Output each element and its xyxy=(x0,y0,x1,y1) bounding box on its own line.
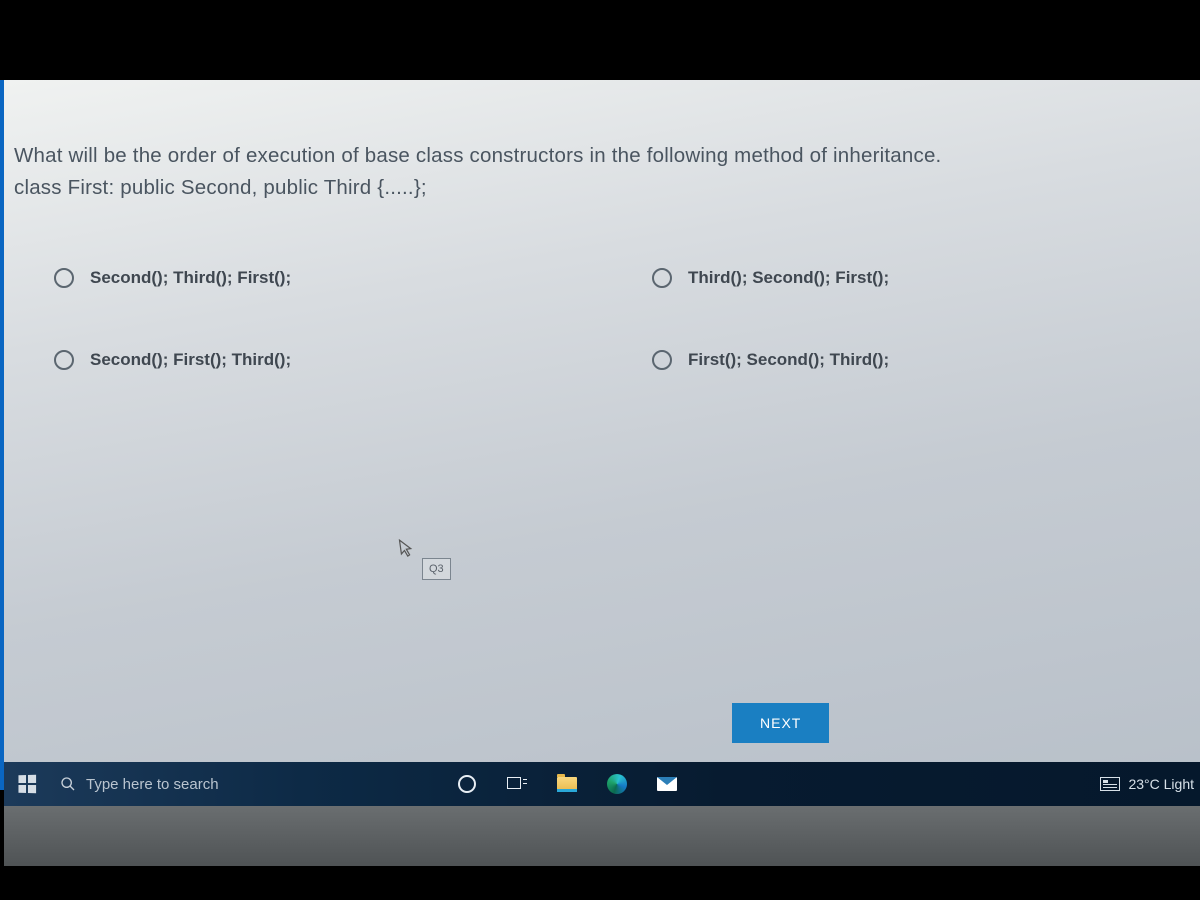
option-a-label: Second(); Third(); First(); xyxy=(90,268,291,288)
option-d[interactable]: First(); Second(); Third(); xyxy=(652,350,1170,370)
question-block: What will be the order of execution of b… xyxy=(4,80,1200,204)
black-bezel-top xyxy=(0,0,1200,80)
next-button[interactable]: NEXT xyxy=(732,703,829,743)
mail-app-button[interactable] xyxy=(644,762,690,806)
question-number-badge: Q3 xyxy=(422,558,451,580)
option-b[interactable]: Third(); Second(); First(); xyxy=(652,268,1170,288)
file-explorer-button[interactable] xyxy=(544,762,590,806)
cortana-button[interactable] xyxy=(444,762,490,806)
system-tray[interactable]: 23°C Light xyxy=(1100,762,1200,806)
folder-icon xyxy=(557,777,577,792)
option-b-label: Third(); Second(); First(); xyxy=(688,268,889,288)
edge-browser-button[interactable] xyxy=(594,762,640,806)
task-view-button[interactable] xyxy=(494,762,540,806)
question-text-line2: class First: public Second, public Third… xyxy=(14,172,1192,204)
windows-taskbar: Type here to search 23°C Light xyxy=(4,762,1200,806)
search-placeholder: Type here to search xyxy=(86,776,219,793)
option-a[interactable]: Second(); Third(); First(); xyxy=(54,268,572,288)
radio-icon xyxy=(54,350,74,370)
search-icon xyxy=(60,776,76,792)
quiz-window: What will be the order of execution of b… xyxy=(0,80,1200,790)
question-text-line1: What will be the order of execution of b… xyxy=(14,140,1192,172)
windows-logo-icon xyxy=(18,775,36,794)
option-c-label: Second(); First(); Third(); xyxy=(90,350,291,370)
radio-icon xyxy=(652,268,672,288)
news-icon xyxy=(1100,777,1120,791)
option-c[interactable]: Second(); First(); Third(); xyxy=(54,350,572,370)
edge-icon xyxy=(607,774,627,794)
cortana-icon xyxy=(458,775,476,793)
start-button[interactable] xyxy=(4,762,50,806)
desk-surface xyxy=(4,806,1200,866)
options-grid: Second(); Third(); First(); Third(); Sec… xyxy=(4,204,1200,370)
taskbar-pinned-apps xyxy=(444,762,690,806)
task-view-icon xyxy=(507,777,527,791)
radio-icon xyxy=(652,350,672,370)
weather-text: 23°C Light xyxy=(1128,776,1194,792)
mail-icon xyxy=(657,777,677,791)
mouse-cursor-icon xyxy=(398,537,417,564)
taskbar-search[interactable]: Type here to search xyxy=(50,762,440,806)
radio-icon xyxy=(54,268,74,288)
option-d-label: First(); Second(); Third(); xyxy=(688,350,889,370)
